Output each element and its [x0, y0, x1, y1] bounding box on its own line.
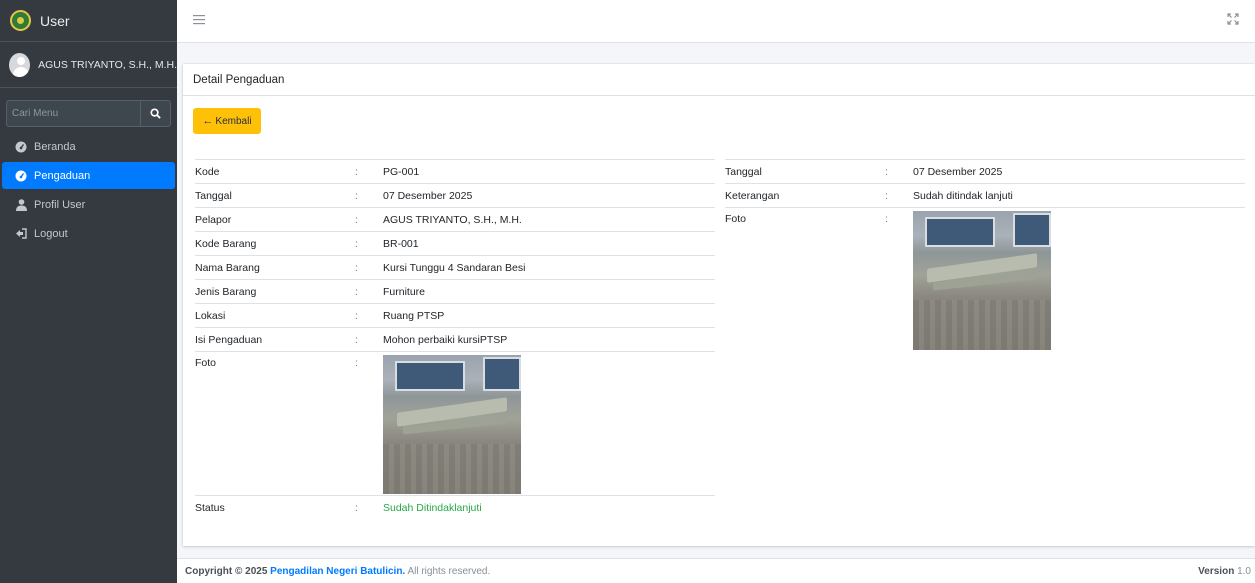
sidebar-item-label: Pengaduan	[34, 169, 91, 182]
back-button-label: Kembali	[215, 115, 252, 127]
table-row: Kode : PG-001	[195, 159, 715, 184]
sign-out-icon	[14, 227, 28, 241]
row-separator: :	[355, 231, 383, 256]
row-label: Kode	[195, 159, 355, 184]
fullscreen-button[interactable]	[1227, 13, 1241, 27]
avatar	[9, 52, 31, 77]
row-label: Foto	[195, 351, 355, 496]
row-value: Ruang PTSP	[383, 303, 715, 328]
row-value: PG-001	[383, 159, 715, 184]
search-box	[6, 100, 171, 127]
sidebar-item-label: Profil User	[34, 198, 86, 211]
table-row: Isi Pengaduan : Mohon perbaiki kursiPTSP	[195, 327, 715, 352]
card-title: Detail Pengaduan	[193, 73, 285, 86]
complaint-photo[interactable]	[383, 355, 521, 494]
table-row: Pelapor : AGUS TRIYANTO, S.H., M.H.	[195, 207, 715, 232]
brand-title: User	[40, 12, 70, 29]
detail-card: Detail Pengaduan ← Kembali Kode : PG-001…	[183, 64, 1255, 546]
row-label: Tanggal	[195, 183, 355, 208]
table-row: Nama Barang : Kursi Tunggu 4 Sandaran Be…	[195, 255, 715, 280]
footer: Copyright © 2025 Pengadilan Negeri Batul…	[177, 558, 1255, 583]
org-link[interactable]: Pengadilan Negeri Batulicin.	[270, 566, 405, 577]
row-value: BR-001	[383, 231, 715, 256]
photo-cell	[383, 351, 715, 496]
arrow-left-icon: ←	[202, 115, 214, 127]
row-value: Mohon perbaiki kursiPTSP	[383, 327, 715, 352]
rights-text: All rights reserved.	[407, 565, 491, 577]
sidebar-item-pengaduan[interactable]: Pengaduan	[2, 162, 175, 189]
table-row: Keterangan : Sudah ditindak lanjuti	[725, 183, 1245, 208]
status-value: Sudah Ditindaklanjuti	[383, 495, 715, 520]
expand-icon	[1227, 13, 1239, 25]
row-separator: :	[355, 495, 383, 520]
back-button[interactable]: ← Kembali	[193, 108, 261, 134]
row-label: Foto	[725, 207, 885, 352]
photo-cell	[913, 207, 1245, 352]
row-separator: :	[355, 183, 383, 208]
row-separator: :	[355, 207, 383, 232]
table-row: Status : Sudah Ditindaklanjuti	[195, 495, 715, 520]
sidebar-item-beranda[interactable]: Beranda	[2, 133, 175, 160]
row-label: Keterangan	[725, 183, 885, 208]
tachometer-icon	[14, 140, 28, 154]
row-label: Status	[195, 495, 355, 520]
detail-table-right: Tanggal : 07 Desember 2025 Keterangan : …	[725, 159, 1245, 352]
copyright-text: Copyright © 2025	[185, 565, 268, 577]
card-header: Detail Pengaduan	[183, 64, 1255, 96]
table-row-photo: Foto :	[195, 351, 715, 496]
row-label: Nama Barang	[195, 255, 355, 280]
logo-icon	[10, 10, 31, 31]
row-value: 07 Desember 2025	[913, 159, 1245, 184]
table-row: Tanggal : 07 Desember 2025	[195, 183, 715, 208]
row-separator: :	[355, 255, 383, 280]
user-icon	[14, 198, 28, 212]
row-separator: :	[355, 159, 383, 184]
search-button[interactable]	[140, 100, 171, 127]
row-value: Kursi Tunggu 4 Sandaran Besi	[383, 255, 715, 280]
row-separator: :	[355, 327, 383, 352]
sidebar-item-label: Beranda	[34, 140, 76, 153]
table-row: Tanggal : 07 Desember 2025	[725, 159, 1245, 184]
version-number: 1.0	[1237, 565, 1251, 577]
row-separator: :	[355, 351, 383, 496]
detail-table-left: Kode : PG-001 Tanggal : 07 Desember 2025…	[195, 159, 715, 520]
row-label: Jenis Barang	[195, 279, 355, 304]
sidebar-item-logout[interactable]: Logout	[2, 220, 175, 247]
table-row: Kode Barang : BR-001	[195, 231, 715, 256]
complaint-photo[interactable]	[913, 211, 1051, 350]
footer-version: Version 1.0	[1198, 566, 1251, 577]
sidebar: User AGUS TRIYANTO, S.H., M.H. Beranda P…	[0, 0, 177, 583]
user-name: AGUS TRIYANTO, S.H., M.H.	[38, 58, 177, 71]
row-label: Lokasi	[195, 303, 355, 328]
table-row: Jenis Barang : Furniture	[195, 279, 715, 304]
row-value: AGUS TRIYANTO, S.H., M.H.	[383, 207, 715, 232]
sidebar-item-profil-user[interactable]: Profil User	[2, 191, 175, 218]
row-label: Isi Pengaduan	[195, 327, 355, 352]
row-label: Kode Barang	[195, 231, 355, 256]
tachometer-icon	[14, 169, 28, 183]
row-separator: :	[355, 303, 383, 328]
top-navbar	[177, 0, 1255, 43]
row-separator: :	[885, 159, 913, 184]
hamburger-icon	[193, 15, 205, 25]
row-label: Pelapor	[195, 207, 355, 232]
sidebar-item-label: Logout	[34, 227, 68, 240]
row-separator: :	[885, 183, 913, 208]
table-row-photo: Foto :	[725, 207, 1245, 352]
row-value: Furniture	[383, 279, 715, 304]
table-row: Lokasi : Ruang PTSP	[195, 303, 715, 328]
row-value: 07 Desember 2025	[383, 183, 715, 208]
row-separator: :	[355, 279, 383, 304]
footer-copyright: Copyright © 2025 Pengadilan Negeri Batul…	[185, 566, 490, 577]
version-label: Version	[1198, 565, 1235, 577]
brand-link[interactable]: User	[0, 0, 177, 42]
search-icon	[150, 108, 161, 119]
menu-toggle-button[interactable]	[193, 14, 207, 28]
row-label: Tanggal	[725, 159, 885, 184]
row-separator: :	[885, 207, 913, 352]
sidebar-nav: Beranda Pengaduan Profil User Logout	[0, 133, 177, 247]
row-value: Sudah ditindak lanjuti	[913, 183, 1245, 208]
search-input[interactable]	[6, 100, 140, 127]
user-panel[interactable]: AGUS TRIYANTO, S.H., M.H.	[0, 42, 177, 88]
